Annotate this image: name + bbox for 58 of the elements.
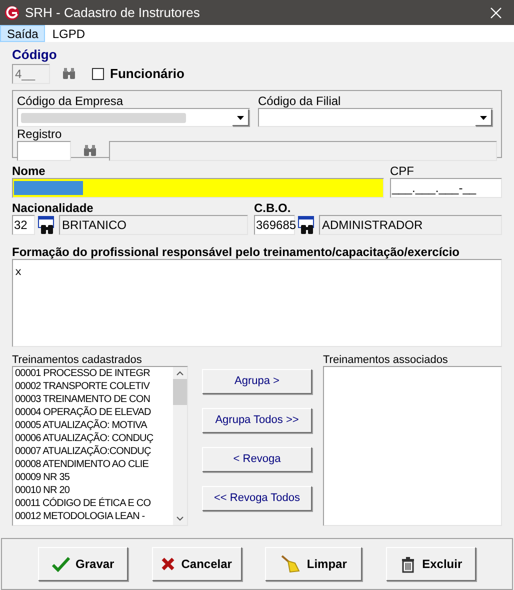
checkmark-icon bbox=[52, 556, 70, 572]
transfer-button[interactable]: Agrupa > bbox=[202, 369, 312, 394]
binoculars-icon[interactable] bbox=[83, 145, 97, 157]
app-logo-icon bbox=[4, 4, 20, 20]
field-label: Nome bbox=[12, 165, 46, 178]
list-item[interactable]: 00009 NR 35 bbox=[15, 471, 70, 484]
field-label: Código bbox=[12, 47, 58, 63]
field-label: Código da Filial bbox=[258, 94, 342, 108]
list-item[interactable]: 00008 ATENDIMENTO AO CLIE bbox=[15, 458, 149, 471]
broom-icon bbox=[280, 555, 301, 573]
binoculars-card-icon[interactable] bbox=[298, 216, 316, 234]
formacao-text-area[interactable]: x bbox=[12, 259, 502, 347]
field-label: Código da Empresa bbox=[17, 94, 124, 108]
menu-item[interactable]: Saída bbox=[0, 25, 46, 42]
code-input-field[interactable]: 32 bbox=[12, 215, 35, 235]
field-label: Registro bbox=[17, 128, 63, 141]
list-item[interactable]: 00001 PROCESSO DE INTEGR bbox=[15, 367, 150, 380]
action-button[interactable]: Limpar bbox=[265, 547, 362, 581]
name-input-field[interactable] bbox=[12, 178, 384, 198]
close-icon[interactable] bbox=[490, 6, 502, 18]
x-mark-icon bbox=[161, 557, 176, 571]
list-item[interactable]: 00004 OPERAÇÃO DE ELEVAD bbox=[15, 406, 151, 419]
field-label: Treinamentos associados bbox=[323, 354, 449, 366]
transfer-button[interactable]: << Revoga Todos bbox=[202, 486, 312, 511]
input-field[interactable]: 4__ bbox=[12, 64, 50, 84]
scrollbar[interactable] bbox=[173, 367, 187, 525]
list-item[interactable]: 00010 NR 20 bbox=[15, 484, 70, 497]
action-button[interactable]: Cancelar bbox=[152, 547, 242, 581]
field-label: Nacionalidade bbox=[12, 201, 94, 215]
list-item[interactable]: 00003 TREINAMENTO DE CON bbox=[15, 393, 150, 406]
transfer-button[interactable]: < Revoga bbox=[202, 447, 312, 472]
field-label: CPF bbox=[390, 165, 415, 178]
scroll-thumb[interactable] bbox=[173, 379, 187, 405]
funcionario-checkbox[interactable]: Funcionário bbox=[92, 64, 184, 84]
input-field[interactable] bbox=[17, 141, 71, 161]
binoculars-icon[interactable] bbox=[62, 68, 76, 80]
field-label: Formação do profissional responsável pelo treinamento/capacitação/exercício bbox=[12, 245, 460, 259]
blurred-text-placeholder bbox=[14, 181, 83, 195]
action-button[interactable]: Gravar bbox=[38, 547, 128, 581]
list-item[interactable]: 00005 ATUALIZAÇÃO: MOTIVA bbox=[15, 419, 147, 432]
description-field: BRITANICO bbox=[59, 215, 248, 235]
window-title: SRH - Cadastro de Instrutores bbox=[25, 4, 201, 22]
description-field: ADMINISTRADOR bbox=[319, 215, 502, 235]
list-item[interactable]: 00002 TRANSPORTE COLETIV bbox=[15, 380, 150, 393]
cpf-input-field[interactable]: ___.___.___-__ bbox=[390, 178, 502, 198]
text-area-value: x bbox=[15, 267, 22, 279]
binoculars-card-icon[interactable] bbox=[38, 216, 56, 234]
list-item[interactable]: 00007 ATUALIZAÇÃO:CONDUÇ bbox=[15, 445, 151, 458]
list-item[interactable]: 00011 CÓDIGO DE ÉTICA E CO bbox=[15, 497, 151, 510]
field-label: C.B.O. bbox=[254, 201, 292, 215]
trash-can-icon bbox=[400, 556, 416, 572]
field-label: Treinamentos cadastrados bbox=[12, 354, 143, 366]
code-input-field[interactable]: 369685 bbox=[254, 215, 295, 235]
menu-item[interactable]: LGPD bbox=[45, 25, 92, 42]
transfer-button[interactable]: Agrupa Todos >> bbox=[202, 408, 312, 433]
list-item[interactable]: 00012 METODOLOGIA LEAN - bbox=[15, 510, 145, 523]
action-button[interactable]: Excluir bbox=[386, 547, 476, 581]
list-item[interactable]: 00006 ATUALIZAÇÃO: CONDUÇ bbox=[15, 432, 154, 445]
